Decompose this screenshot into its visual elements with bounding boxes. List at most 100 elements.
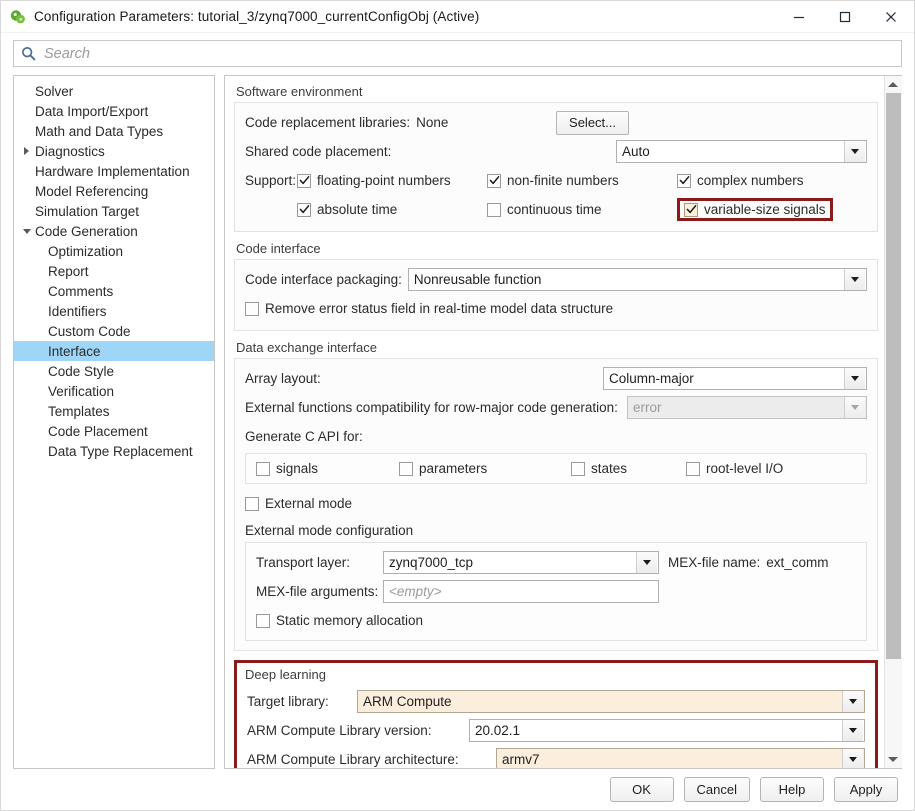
group-deep-learning: Deep learning Target library: ARM Comput… [234,660,878,768]
settings-tree[interactable]: Solver Data Import/Export Math and Data Ty… [13,75,215,769]
arm-compute-library-architecture-dropdown[interactable]: armv7 [496,748,865,768]
ok-button[interactable]: OK [609,777,674,802]
sidebar-item-label: Templates [48,403,110,419]
array-layout-dropdown[interactable]: Column-major [603,367,867,390]
dialog-body: Solver Data Import/Export Math and Data Ty… [1,75,914,769]
checkbox-non-finite-numbers[interactable]: non-finite numbers [487,173,619,188]
checkbox-box[interactable] [245,301,259,316]
settings-content: Software environment Code replacement li… [225,76,884,768]
maximize-icon[interactable] [822,1,868,33]
chevron-down-icon[interactable] [844,141,865,162]
sidebar-item-data-type-replacement[interactable]: Data Type Replacement [14,441,214,461]
checkbox-continuous-time-label: continuous time [507,202,602,217]
sidebar-item-model-referencing[interactable]: Model Referencing [14,181,214,201]
row-target-library: Target library: ARM Compute [247,689,865,714]
chevron-down-icon[interactable] [842,749,863,768]
chevron-down-icon[interactable] [844,368,865,389]
sidebar-item-solver[interactable]: Solver [14,81,214,101]
sidebar-item-templates[interactable]: Templates [14,401,214,421]
checkbox-signals[interactable]: signals [256,461,318,476]
chevron-down-icon[interactable] [20,228,33,234]
checkbox-box[interactable] [677,173,691,188]
sidebar-item-report[interactable]: Report [14,261,214,281]
sidebar-item-label: Verification [48,383,115,399]
minimize-icon[interactable] [776,1,822,33]
remove-error-status-checkbox[interactable]: Remove error status field in real-time m… [245,301,613,316]
external-functions-compat-dropdown[interactable]: error [627,396,867,419]
static-memory-allocation-checkbox[interactable]: Static memory allocation [256,613,423,628]
row-shared-code-placement: Shared code placement: Auto [245,139,867,164]
sidebar-item-comments[interactable]: Comments [14,281,214,301]
sidebar-item-code-generation[interactable]: Code Generation [14,221,214,241]
checkbox-complex-numbers[interactable]: complex numbers [677,173,804,188]
sidebar-item-custom-code[interactable]: Custom Code [14,321,214,341]
scrollbar-track[interactable] [884,93,902,751]
checkbox-box[interactable] [487,173,501,188]
checkbox-box[interactable] [297,202,311,217]
sidebar-item-diagnostics[interactable]: Diagnostics [14,141,214,161]
search-bar[interactable] [13,40,902,67]
checkbox-box[interactable] [487,202,501,217]
scroll-up-arrow-icon[interactable] [884,76,902,93]
content-scrollbar[interactable] [884,76,902,768]
sidebar-item-hardware-implementation[interactable]: Hardware Implementation [14,161,214,181]
checkbox-continuous-time[interactable]: continuous time [487,202,602,217]
mex-file-arguments-input[interactable]: <empty> [383,580,659,603]
sidebar-item-interface[interactable]: Interface [14,341,214,361]
sidebar-item-data-import-export[interactable]: Data Import/Export [14,101,214,121]
checkbox-box[interactable] [297,173,311,188]
sidebar-item-code-style[interactable]: Code Style [14,361,214,381]
external-mode-checkbox[interactable]: External mode [245,496,352,511]
checkbox-box[interactable] [256,461,270,476]
search-bar-container [1,33,914,75]
scrollbar-thumb[interactable] [885,93,901,659]
chevron-down-icon[interactable] [636,552,657,573]
checkbox-parameters[interactable]: parameters [399,461,487,476]
value-mex-file-name: ext_comm [766,555,829,570]
sidebar-item-label: Report [48,263,89,279]
checkbox-box[interactable] [245,496,259,511]
checkbox-states[interactable]: states [571,461,627,476]
help-button[interactable]: Help [760,777,824,802]
checkbox-box[interactable] [399,461,413,476]
scroll-down-arrow-icon[interactable] [884,751,902,768]
label-arm-compute-library-architecture: ARM Compute Library architecture: [247,752,459,767]
chevron-right-icon[interactable] [20,147,33,155]
chevron-down-icon[interactable] [842,720,863,741]
cancel-button[interactable]: Cancel [683,777,750,802]
shared-code-placement-value: Auto [622,144,650,159]
sidebar-item-label: Interface [48,343,101,359]
shared-code-placement-dropdown[interactable]: Auto [616,140,867,163]
sidebar-item-label: Data Type Replacement [48,443,193,459]
close-icon[interactable] [868,1,914,33]
chevron-down-icon[interactable] [842,691,863,712]
sidebar-item-optimization[interactable]: Optimization [14,241,214,261]
checkbox-absolute-time[interactable]: absolute time [297,202,397,217]
label-code-replacement-libraries: Code replacement libraries: [245,115,411,130]
chevron-down-icon[interactable] [844,397,865,418]
transport-layer-dropdown[interactable]: zynq7000_tcp [383,551,659,574]
sidebar-item-simulation-target[interactable]: Simulation Target [14,201,214,221]
apply-button[interactable]: Apply [834,777,898,802]
target-library-dropdown[interactable]: ARM Compute [357,690,865,713]
chevron-down-icon[interactable] [844,269,865,290]
label-shared-code-placement: Shared code placement: [245,144,392,159]
checkbox-box[interactable] [256,613,270,628]
checkbox-box[interactable] [686,461,700,476]
configuration-parameters-dialog: Configuration Parameters: tutorial_3/zyn… [0,0,915,811]
transport-layer-value: zynq7000_tcp [389,555,474,570]
arm-compute-library-version-dropdown[interactable]: 20.02.1 [469,719,865,742]
checkbox-box[interactable] [684,202,698,217]
select-button[interactable]: Select... [556,110,629,135]
checkbox-floating-point-numbers[interactable]: floating-point numbers [297,173,451,188]
label-external-functions-compat: External functions compatibility for row… [245,400,618,415]
sidebar-item-math-and-data-types[interactable]: Math and Data Types [14,121,214,141]
sidebar-item-verification[interactable]: Verification [14,381,214,401]
search-input[interactable] [42,41,894,66]
code-interface-packaging-dropdown[interactable]: Nonreusable function [407,268,867,291]
checkbox-root-level-i-o[interactable]: root-level I/O [686,461,783,476]
checkbox-variable-size-signals[interactable]: variable-size signals [684,202,826,217]
sidebar-item-code-placement[interactable]: Code Placement [14,421,214,441]
sidebar-item-identifiers[interactable]: Identifiers [14,301,214,321]
checkbox-box[interactable] [571,461,585,476]
